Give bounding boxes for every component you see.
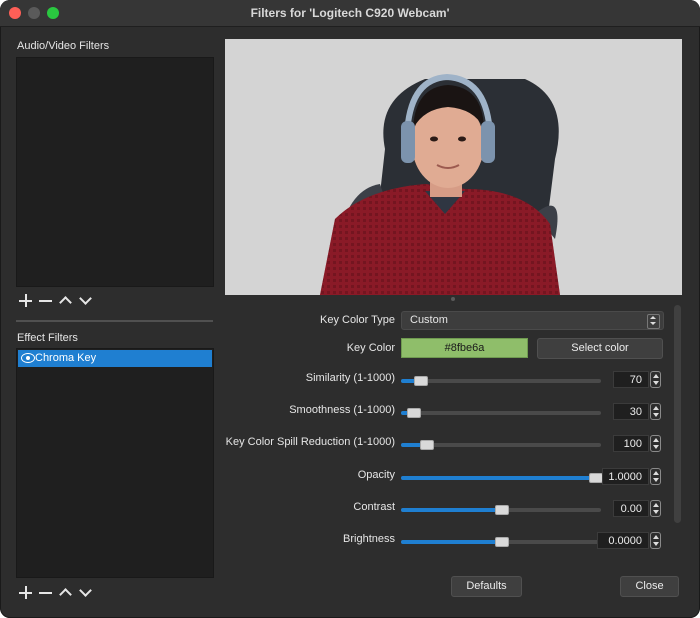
brightness-spinbox[interactable]: 0.0000 <box>597 532 649 549</box>
select-color-button[interactable]: Select color <box>537 338 663 359</box>
av-filters-list[interactable] <box>16 57 214 287</box>
similarity-slider[interactable] <box>401 376 601 386</box>
effect-filters-label: Effect Filters <box>17 332 78 344</box>
contrast-slider-fill <box>401 508 501 512</box>
key-color-type-label: Key Color Type <box>319 314 395 326</box>
opacity-slider-fill <box>401 476 595 480</box>
filters-window: Filters for 'Logitech C920 Webcam' Audio… <box>0 0 700 618</box>
opacity-slider[interactable] <box>401 473 603 483</box>
sidebar-splitter[interactable] <box>16 320 213 322</box>
brightness-slider[interactable] <box>401 537 601 547</box>
brightness-label: Brightness <box>343 533 395 545</box>
similarity-spinbox[interactable]: 70 <box>613 371 649 388</box>
similarity-label: Similarity (1-1000) <box>305 372 395 384</box>
smoothness-slider-thumb[interactable] <box>406 408 421 418</box>
av-filters-label: Audio/Video Filters <box>17 40 110 52</box>
brightness-stepper-icon[interactable] <box>650 532 661 549</box>
similarity-slider-thumb[interactable] <box>414 376 429 386</box>
effect-filters-list[interactable]: Chroma Key <box>16 348 214 578</box>
move-down-av-filter-chevron-down-icon[interactable] <box>78 293 94 309</box>
opacity-label: Opacity <box>357 469 395 481</box>
properties-scrollbar[interactable] <box>674 305 681 523</box>
opacity-stepper-icon[interactable] <box>650 468 661 485</box>
spill-label: Key Color Spill Reduction (1-1000) <box>225 436 395 448</box>
brightness-slider-thumb[interactable] <box>495 537 509 547</box>
key-color-label: Key Color <box>346 342 395 354</box>
contrast-stepper-icon[interactable] <box>650 500 661 517</box>
filter-name: Chroma Key <box>35 352 97 364</box>
smoothness-slider[interactable] <box>401 408 601 418</box>
similarity-stepper-icon[interactable] <box>650 371 661 388</box>
remove-effect-filter-minus-icon[interactable] <box>38 585 54 601</box>
add-av-filter-plus-icon[interactable] <box>18 293 34 309</box>
updown-arrows-icon <box>647 314 660 329</box>
preview-resize-handle[interactable] <box>451 297 455 301</box>
key-color-type-value: Custom <box>410 314 448 326</box>
add-effect-filter-plus-icon[interactable] <box>18 585 34 601</box>
key-color-swatch: #8fbe6a <box>401 338 528 358</box>
title-bar: Filters for 'Logitech C920 Webcam' <box>0 0 700 27</box>
brightness-slider-fill <box>401 540 501 544</box>
close-button[interactable]: Close <box>620 576 679 597</box>
contrast-spinbox[interactable]: 0.00 <box>613 500 649 517</box>
move-up-av-filter-chevron-up-icon[interactable] <box>58 293 74 309</box>
contrast-label: Contrast <box>353 501 395 513</box>
window-title: Filters for 'Logitech C920 Webcam' <box>250 6 450 20</box>
remove-av-filter-minus-icon[interactable] <box>38 293 54 309</box>
opacity-spinbox[interactable]: 1.0000 <box>602 468 649 485</box>
contrast-slider[interactable] <box>401 505 601 515</box>
key-color-type-select[interactable]: Custom <box>401 311 664 330</box>
opacity-slider-thumb[interactable] <box>589 473 603 483</box>
spill-stepper-icon[interactable] <box>650 435 661 452</box>
spill-slider[interactable] <box>401 440 601 450</box>
defaults-button[interactable]: Defaults <box>451 576 522 597</box>
contrast-slider-thumb[interactable] <box>495 505 509 515</box>
spill-spinbox[interactable]: 100 <box>613 435 649 452</box>
list-item-chroma-key[interactable]: Chroma Key <box>18 350 212 367</box>
smoothness-label: Smoothness (1-1000) <box>289 404 395 416</box>
move-down-effect-filter-chevron-down-icon[interactable] <box>78 585 94 601</box>
smoothness-spinbox[interactable]: 30 <box>613 403 649 420</box>
eye-icon[interactable] <box>21 353 35 363</box>
move-up-effect-filter-chevron-up-icon[interactable] <box>58 585 74 601</box>
webcam-preview <box>225 39 682 295</box>
spill-slider-thumb[interactable] <box>419 440 434 450</box>
smoothness-stepper-icon[interactable] <box>650 403 661 420</box>
